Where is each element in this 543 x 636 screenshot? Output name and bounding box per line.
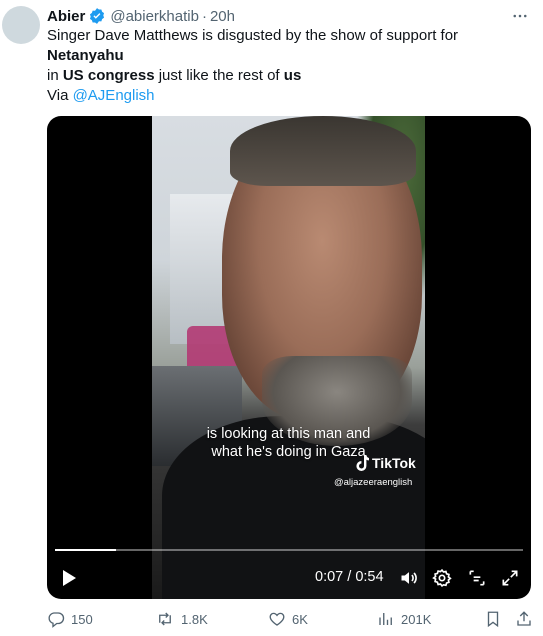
current-time: 0:07 (315, 569, 344, 585)
separator-dot: · (201, 7, 207, 25)
subject-hair (230, 116, 416, 186)
progress-fill (55, 549, 116, 551)
more-icon[interactable] (511, 7, 529, 25)
duration: 0:54 (355, 569, 384, 585)
mention-link[interactable]: @AJEnglish (73, 87, 155, 104)
tiktok-handle: @aljazeeraenglish (334, 477, 413, 488)
reply-icon (48, 612, 65, 628)
share-icon[interactable] (515, 610, 533, 628)
captions-icon[interactable] (467, 568, 487, 588)
action-bar: 150 1.8K 6K 201K (47, 610, 531, 630)
views-button[interactable]: 201K (377, 610, 431, 628)
user-handle[interactable]: @abierkhatib (110, 8, 199, 25)
video-player[interactable]: is looking at this man and what he's doi… (47, 116, 531, 599)
view-count: 201K (401, 611, 432, 627)
repost-icon (159, 612, 171, 626)
tiktok-watermark: TikTok (355, 455, 416, 471)
tweet-text-bold: us (283, 67, 302, 84)
reply-count: 150 (71, 611, 93, 627)
via-line: Via @AJEnglish (47, 86, 155, 106)
via-label: Via (47, 87, 73, 104)
reply-button[interactable]: 150 (47, 610, 93, 628)
views-icon (379, 613, 392, 625)
avatar[interactable] (2, 6, 40, 44)
progress-bar[interactable] (55, 549, 523, 551)
tweet-header: Abier @abierkhatib · 20h (47, 6, 529, 26)
tweet-text-part: just like the rest of (154, 67, 284, 84)
play-icon[interactable] (59, 568, 79, 588)
video-timer: 0:07 / 0:54 (315, 569, 384, 585)
video-frame (152, 116, 425, 599)
bookmark-icon[interactable] (484, 610, 502, 628)
verified-badge-icon (88, 7, 106, 25)
tiktok-brand: TikTok (372, 455, 416, 471)
tweet-text-bold: US congress (62, 67, 155, 84)
tweet-text: Singer Dave Matthews is disgusted by the… (47, 26, 517, 86)
fullscreen-icon[interactable] (500, 568, 520, 588)
tweet-text-part: Singer Dave Matthews is disgusted by the… (47, 27, 459, 44)
tweet-text-part: in (47, 67, 63, 84)
timestamp[interactable]: 20h (210, 8, 235, 25)
repost-count: 1.8K (181, 611, 208, 627)
like-icon (269, 612, 285, 626)
tiktok-logo-icon (356, 455, 369, 471)
like-button[interactable]: 6K (268, 610, 308, 628)
volume-icon[interactable] (399, 568, 419, 588)
repost-button[interactable]: 1.8K (155, 610, 208, 628)
settings-icon[interactable] (432, 568, 452, 588)
time-separator: / (343, 569, 356, 585)
caption-line: is looking at this man and (206, 426, 371, 442)
tweet-text-bold: Netanyahu (47, 47, 124, 64)
like-count: 6K (292, 611, 308, 627)
display-name[interactable]: Abier (47, 8, 85, 25)
